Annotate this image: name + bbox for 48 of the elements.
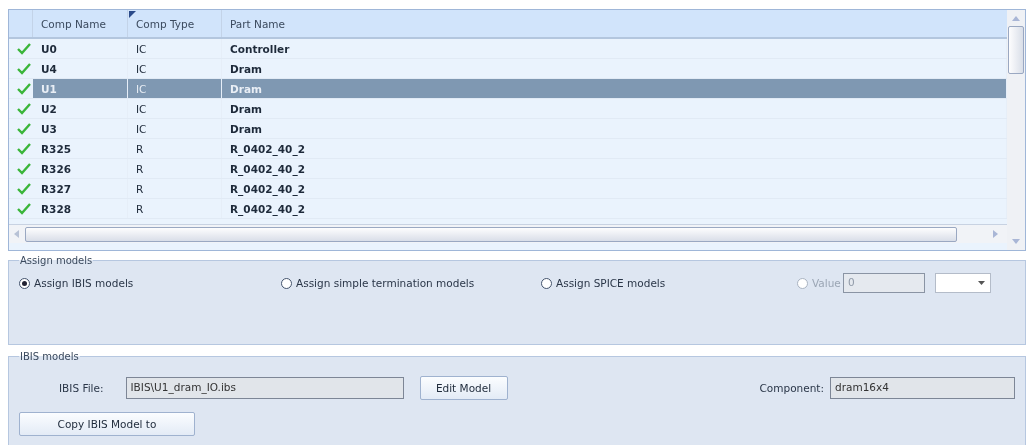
scroll-up-icon[interactable] xyxy=(1011,14,1021,22)
table-cell: R328 xyxy=(33,199,128,218)
scroll-right-icon[interactable] xyxy=(991,229,999,239)
component-field[interactable]: dram16x4 xyxy=(830,377,1015,399)
table-row[interactable]: U2 IC Dram xyxy=(9,99,1007,119)
table-cell: IC xyxy=(128,39,222,58)
radio-option[interactable]: Assign IBIS models xyxy=(19,277,281,289)
radio-option[interactable]: Assign simple termination models xyxy=(281,277,541,289)
radio-option[interactable]: Assign SPICE models xyxy=(541,277,797,289)
table-cell: U2 xyxy=(33,99,128,118)
table-cell: U1 xyxy=(33,79,128,98)
table-cell: IC xyxy=(128,79,222,98)
edit-model-button[interactable]: Edit Model xyxy=(419,376,508,400)
column-header[interactable]: Comp Name xyxy=(33,10,128,37)
table-cell: U0 xyxy=(33,39,128,58)
table-cell: IC xyxy=(128,99,222,118)
table-cell: U3 xyxy=(33,119,128,138)
dropdown-arrow-icon xyxy=(978,280,985,286)
unit-dropdown[interactable] xyxy=(935,273,991,293)
copy-model-button[interactable]: Copy IBIS Model to xyxy=(19,412,195,436)
table-cell: R xyxy=(128,159,222,178)
table-cell: R xyxy=(128,199,222,218)
table-row[interactable]: U3 IC Dram xyxy=(9,119,1007,139)
table-cell: R327 xyxy=(33,179,128,198)
table-row[interactable]: U0 IC Controller xyxy=(9,39,1007,59)
table-row[interactable]: R325 R R_0402_40_2 xyxy=(9,139,1007,159)
table-cell: R xyxy=(128,139,222,158)
table-cell: R325 xyxy=(33,139,128,158)
group-title: IBIS models xyxy=(19,351,80,362)
scrollbar-thumb[interactable] xyxy=(25,226,957,242)
field-label: IBIS File: xyxy=(59,382,104,394)
table-cell: IC xyxy=(128,119,222,138)
table-cell: R xyxy=(128,179,222,198)
group-title: Assign models xyxy=(19,255,94,266)
table-cell: U4 xyxy=(33,59,128,78)
table-row[interactable]: R328 R R_0402_40_2 xyxy=(9,199,1007,219)
scroll-down-icon[interactable] xyxy=(1011,238,1021,246)
table-cell: IC xyxy=(128,59,222,78)
table-cell: Dram xyxy=(222,79,1007,98)
column-header[interactable]: Part Name xyxy=(222,10,1007,37)
field-label: Component: xyxy=(759,382,824,394)
column-header[interactable]: Comp Type xyxy=(128,10,222,37)
table-cell: R326 xyxy=(33,159,128,178)
table-row[interactable]: R327 R R_0402_40_2 xyxy=(9,179,1007,199)
ibis-file-field[interactable]: IBIS\U1_dram_IO.ibs xyxy=(125,377,404,399)
scroll-left-icon[interactable] xyxy=(13,229,21,239)
scrollbar-thumb[interactable] xyxy=(1008,26,1024,74)
table-row[interactable]: R326 R R_0402_40_2 xyxy=(9,159,1007,179)
